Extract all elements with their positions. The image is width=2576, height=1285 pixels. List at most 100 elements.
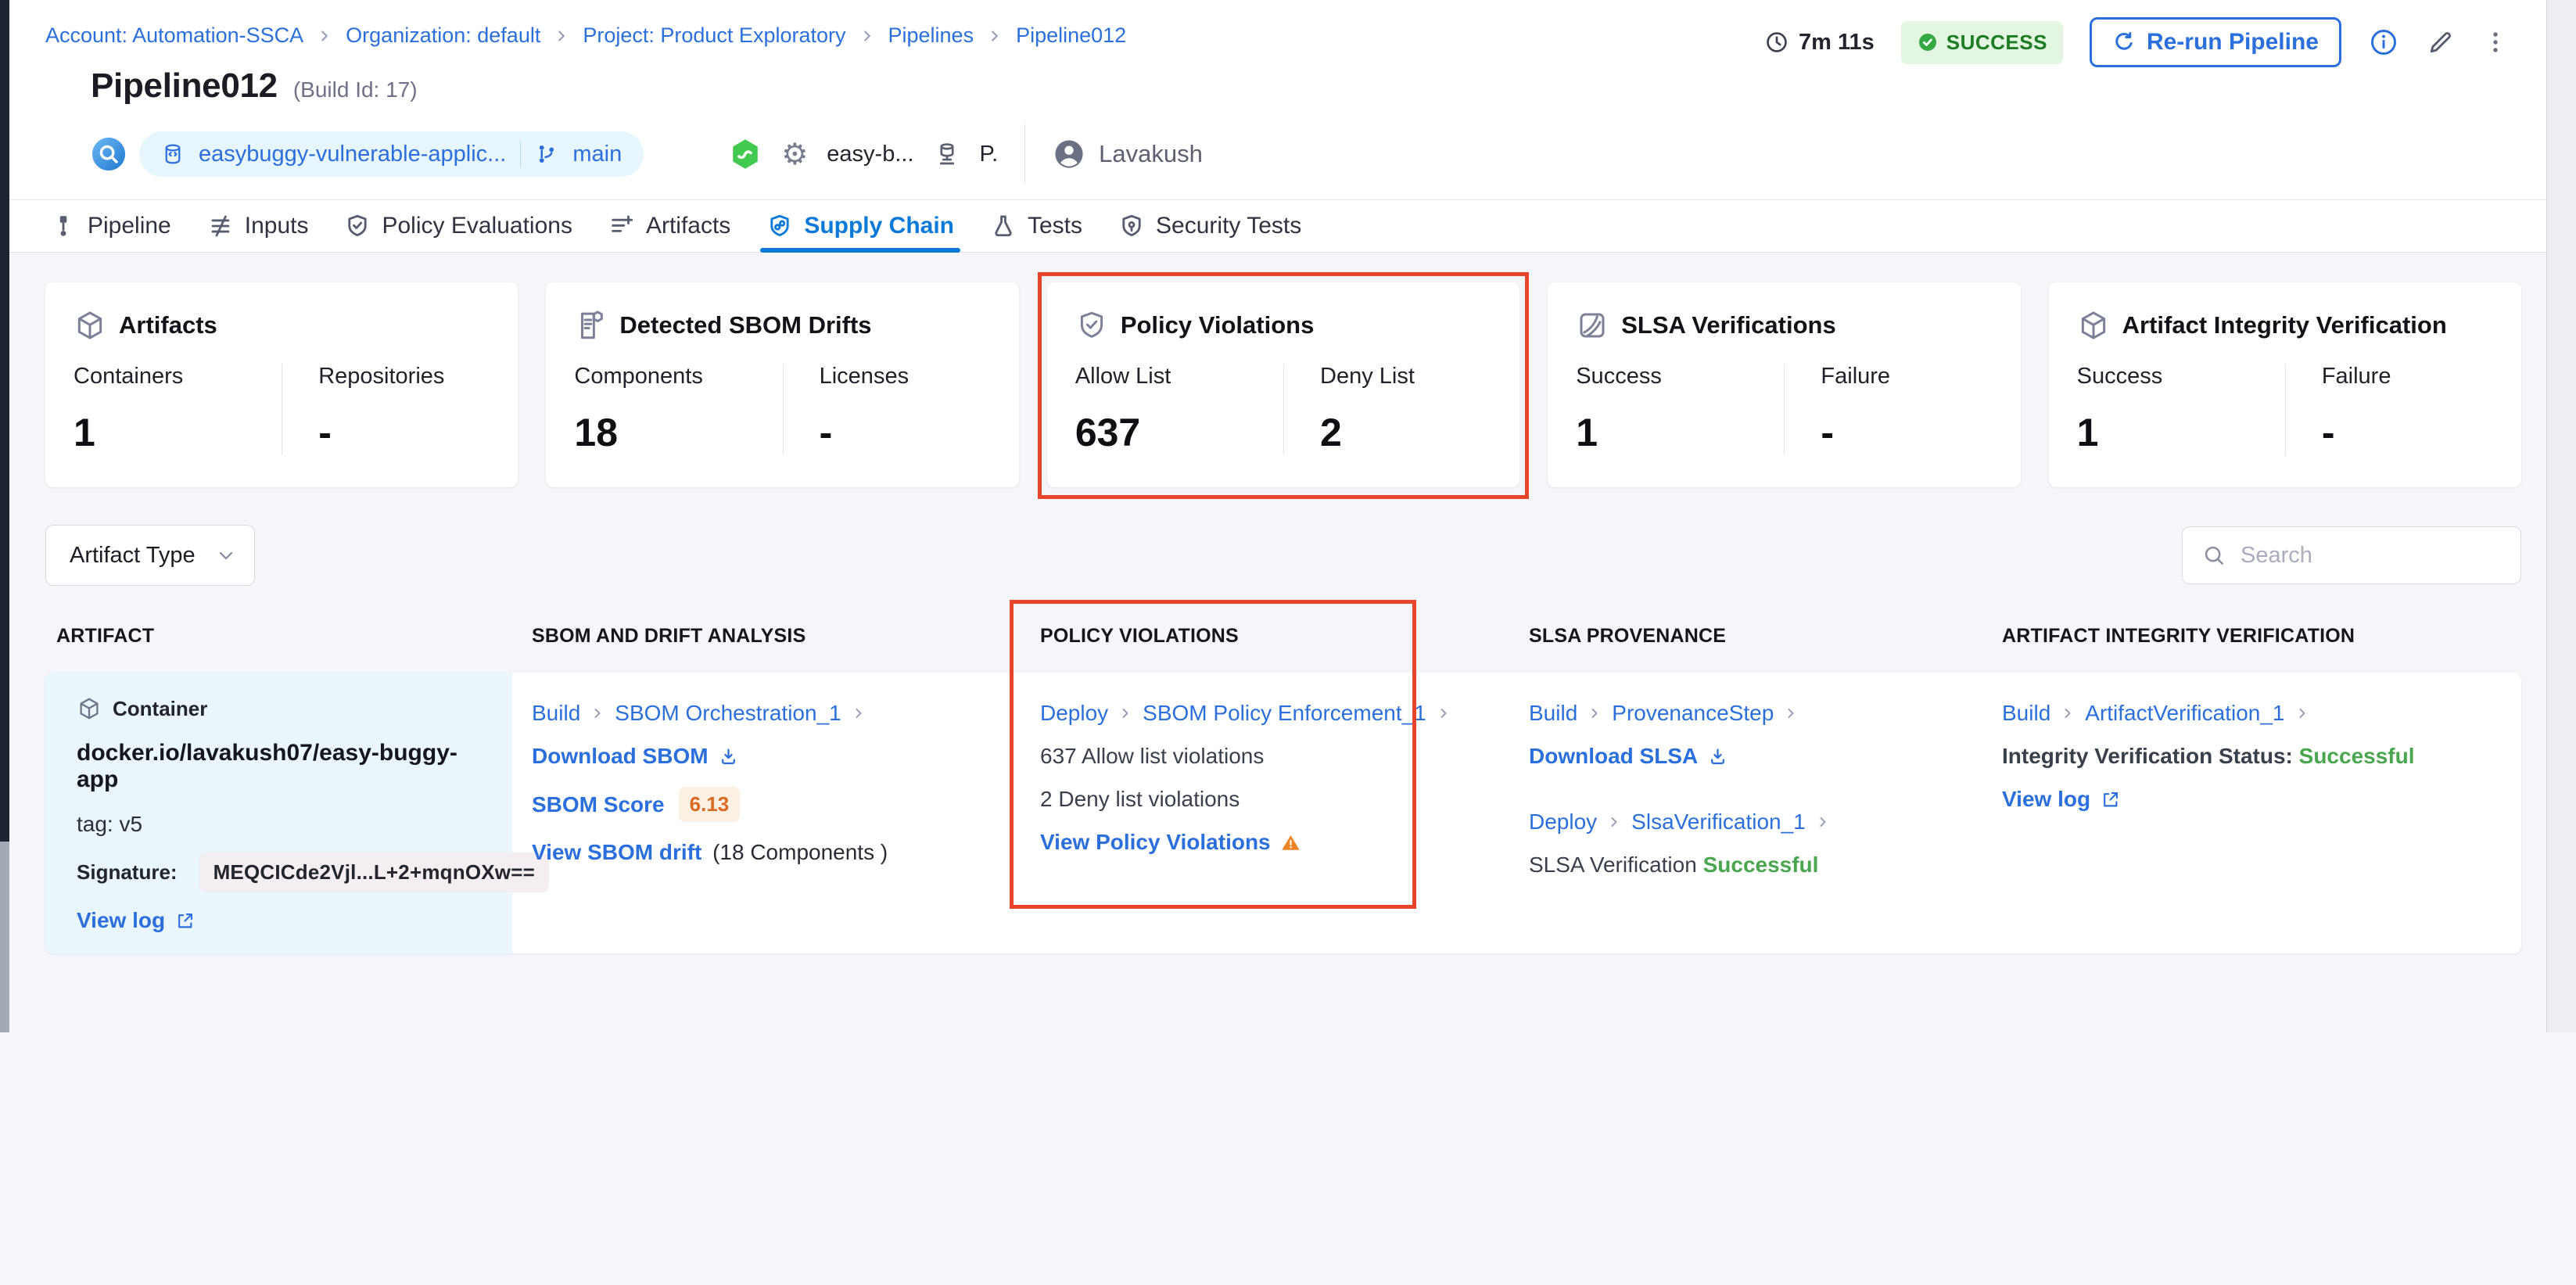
tab-tests[interactable]: Tests: [990, 200, 1082, 252]
chevron-right-icon: [1118, 705, 1133, 721]
step-link[interactable]: SBOM Policy Enforcement_1: [1143, 701, 1426, 726]
artifact-type-label: Artifact Type: [70, 543, 196, 569]
slsa-step-breadcrumb-1: Build ProvenanceStep: [1529, 701, 1967, 726]
stat-integrity-success: Success 1: [2077, 364, 2285, 455]
pipeline-icon: [50, 213, 77, 239]
stage-link[interactable]: Build: [532, 701, 580, 726]
sbom-score-badge: 6.13: [679, 787, 741, 822]
slsa-provenance-cell: Build ProvenanceStep Download SLSA Deplo…: [1509, 673, 1982, 953]
policy-violations-cell: Deploy SBOM Policy Enforcement_1 637 All…: [1021, 673, 1509, 953]
breadcrumb-pipelines[interactable]: Pipelines: [888, 23, 974, 48]
refresh-icon: [2112, 31, 2136, 54]
pill-divider: [520, 141, 521, 167]
chevron-right-icon: [859, 27, 876, 45]
artifact-type-line: Container: [77, 696, 489, 721]
signature-value[interactable]: MEQCICde2Vjl...L+2+mqnOXw==: [199, 852, 549, 892]
tab-inputs[interactable]: Inputs: [207, 200, 309, 252]
tab-policy-evaluations[interactable]: Policy Evaluations: [344, 200, 572, 252]
stage-link[interactable]: Build: [1529, 701, 1577, 726]
stat-components: Components 18: [574, 364, 782, 455]
download-slsa-link[interactable]: Download SLSA: [1529, 744, 1967, 769]
rerun-pipeline-label: Re-run Pipeline: [2147, 29, 2319, 56]
branch-name-link[interactable]: main: [572, 142, 622, 167]
avatar-icon: [1052, 137, 1086, 171]
card-artifact-integrity[interactable]: Artifact Integrity Verification Success …: [2049, 282, 2521, 487]
breadcrumb-organization[interactable]: Organization: default: [346, 23, 540, 48]
info-button[interactable]: [2368, 27, 2399, 58]
chevron-right-icon: [553, 27, 570, 45]
stat-slsa-failure: Failure -: [1784, 364, 1992, 455]
step-link[interactable]: ArtifactVerification_1: [2085, 701, 2284, 726]
tab-supply-chain[interactable]: Supply Chain: [766, 200, 954, 252]
card-policy-violations[interactable]: Policy Violations Allow List 637 Deny Li…: [1047, 282, 1519, 487]
package-icon: [74, 309, 106, 342]
artifact-list-icon: [608, 213, 635, 239]
chevron-right-icon: [1436, 705, 1451, 721]
card-slsa-verifications[interactable]: SLSA Verifications Success 1 Failure -: [1548, 282, 2020, 487]
table-header-row: ARTIFACT SBOM AND DRIFT ANALYSIS POLICY …: [45, 625, 2521, 648]
search-box: [2182, 526, 2521, 584]
repo-branch-pill: easybuggy-vulnerable-applic... main: [139, 131, 644, 177]
shield-check-icon: [344, 213, 371, 239]
step-link[interactable]: SlsaVerification_1: [1631, 809, 1806, 835]
stage-link[interactable]: Deploy: [1529, 809, 1597, 835]
security-shield-icon: [1118, 213, 1145, 239]
rerun-pipeline-button[interactable]: Re-run Pipeline: [2090, 17, 2341, 67]
run-duration-text: 7m 11s: [1799, 30, 1875, 56]
artifact-type-label: Container: [113, 697, 207, 721]
card-artifacts[interactable]: Artifacts Containers 1 Repositories -: [45, 282, 518, 487]
artifact-view-log-link[interactable]: View log: [77, 908, 489, 933]
view-policy-violations-link[interactable]: View Policy Violations: [1040, 830, 1494, 855]
artifact-image-name: docker.io/lavakush07/easy-buggy-app: [77, 740, 489, 793]
search-input[interactable]: [2241, 543, 2502, 569]
card-sbom-drifts[interactable]: Detected SBOM Drifts Components 18 Licen…: [546, 282, 1018, 487]
view-sbom-drift-link[interactable]: View SBOM drift: [532, 840, 701, 864]
step-link[interactable]: SBOM Orchestration_1: [615, 701, 841, 726]
clock-icon: [1764, 30, 1789, 55]
tab-security-tests[interactable]: Security Tests: [1118, 200, 1301, 252]
breadcrumb-account[interactable]: Account: Automation-SSCA: [45, 23, 303, 48]
code-repo-badge-icon: [91, 136, 127, 172]
package-icon: [2077, 309, 2110, 342]
card-title: Policy Violations: [1121, 311, 1315, 339]
sbom-score-link[interactable]: SBOM Score: [532, 792, 665, 817]
stage-link[interactable]: Deploy: [1040, 701, 1108, 726]
breadcrumb-pipeline012[interactable]: Pipeline012: [1016, 23, 1126, 48]
chevron-down-icon: [215, 544, 237, 566]
ci-hexagon-icon: [728, 137, 762, 171]
stat-allow-list: Allow List 637: [1075, 364, 1283, 455]
slsa-status-successful: Successful: [1703, 852, 1819, 877]
chevron-right-icon: [590, 705, 605, 721]
more-options-button[interactable]: [2482, 29, 2509, 56]
stat-slsa-success: Success 1: [1576, 364, 1784, 455]
page-scrollbar[interactable]: [2546, 0, 2576, 1032]
tab-label: Supply Chain: [804, 213, 954, 239]
allow-list-violations: 637 Allow list violations: [1040, 744, 1494, 769]
repository-icon: [161, 142, 185, 166]
user-name: Lavakush: [1099, 140, 1203, 168]
tab-artifacts[interactable]: Artifacts: [608, 200, 730, 252]
sbom-document-icon: [574, 309, 607, 342]
sidebar-scroll-thumb: [0, 842, 9, 1032]
sbom-drift-line: View SBOM drift (18 Components ): [532, 840, 1005, 865]
check-circle-icon: [1917, 31, 1939, 53]
integrity-verification-status: Integrity Verification Status: Successfu…: [2002, 744, 2506, 769]
edit-pipeline-button[interactable]: [2426, 27, 2456, 57]
column-header-policy-violations: POLICY VIOLATIONS: [1021, 625, 1509, 648]
stage-link[interactable]: Build: [2002, 701, 2050, 726]
stat-repositories: Repositories -: [282, 364, 490, 455]
artifact-type-dropdown[interactable]: Artifact Type: [45, 525, 255, 586]
signature-label: Signature:: [77, 860, 178, 885]
tab-pipeline[interactable]: Pipeline: [50, 200, 171, 252]
repo-name-link[interactable]: easybuggy-vulnerable-applic...: [199, 142, 506, 167]
info-icon: [2368, 27, 2399, 58]
download-sbom-link[interactable]: Download SBOM: [532, 744, 1005, 769]
tab-label: Artifacts: [646, 213, 730, 239]
breadcrumb-project[interactable]: Project: Product Exploratory: [583, 23, 845, 48]
column-header-artifact: ARTIFACT: [45, 625, 512, 648]
deny-list-violations: 2 Deny list violations: [1040, 787, 1494, 812]
artifact-table: ARTIFACT SBOM AND DRIFT ANALYSIS POLICY …: [45, 625, 2521, 953]
integrity-view-log-link[interactable]: View log: [2002, 787, 2506, 812]
slsa-verification-status: SLSA Verification Successful: [1529, 852, 1967, 878]
step-link[interactable]: ProvenanceStep: [1612, 701, 1774, 726]
